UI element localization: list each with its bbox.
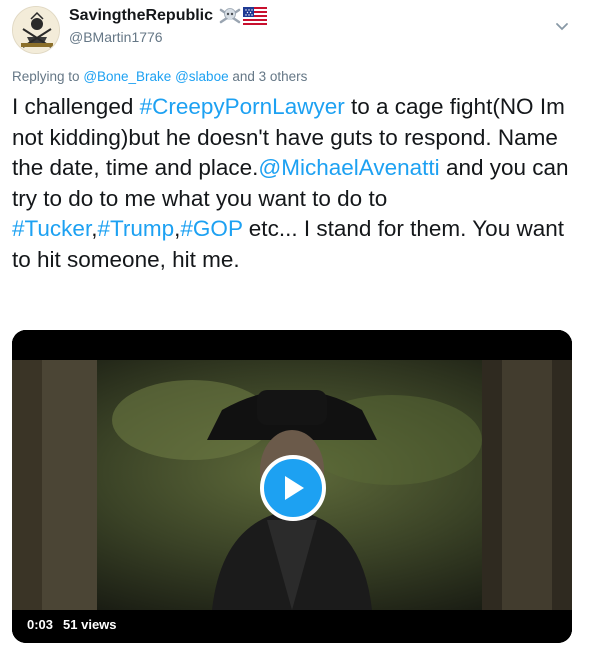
replying-suffix[interactable]: and 3 others xyxy=(232,69,307,84)
hashtag-link[interactable]: #CreepyPornLawyer xyxy=(140,94,345,119)
display-name[interactable]: SavingtheRepublic xyxy=(69,6,268,26)
more-options-button[interactable] xyxy=(553,18,571,36)
replying-to: Replying to @Bone_Brake @slaboe and 3 ot… xyxy=(12,68,582,86)
display-name-text: SavingtheRepublic xyxy=(69,7,214,24)
video-player[interactable]: 0:03 51 views xyxy=(12,330,572,643)
reply-user-link[interactable]: @Bone_Brake xyxy=(83,69,171,84)
play-icon xyxy=(285,476,304,500)
user-handle[interactable]: @BMartin1776 xyxy=(69,28,163,46)
video-views: 51 views xyxy=(63,617,117,632)
us-flag-icon xyxy=(243,7,268,25)
hashtag-link[interactable]: #Trump xyxy=(97,216,174,241)
replying-prefix: Replying to xyxy=(12,69,80,84)
video-stats: 0:03 51 views xyxy=(20,614,124,635)
hashtag-link[interactable]: #GOP xyxy=(180,216,242,241)
avatar[interactable] xyxy=(12,6,60,54)
tweet-text-segment: I challenged xyxy=(12,94,140,119)
crest-icon xyxy=(13,7,59,53)
play-button[interactable] xyxy=(260,455,326,521)
skull-crossbones-icon xyxy=(219,8,241,24)
mention-link[interactable]: @MichaelAvenatti xyxy=(258,155,439,180)
tweet-text: I challenged #CreepyPornLawyer to a cage… xyxy=(12,92,582,275)
video-duration: 0:03 xyxy=(27,617,54,632)
reply-user-link[interactable]: @slaboe xyxy=(175,69,229,84)
tweet: SavingtheRepublic @BMartin1776 Replying … xyxy=(0,0,594,646)
chevron-down-icon xyxy=(556,23,568,31)
hashtag-link[interactable]: #Tucker xyxy=(12,216,91,241)
